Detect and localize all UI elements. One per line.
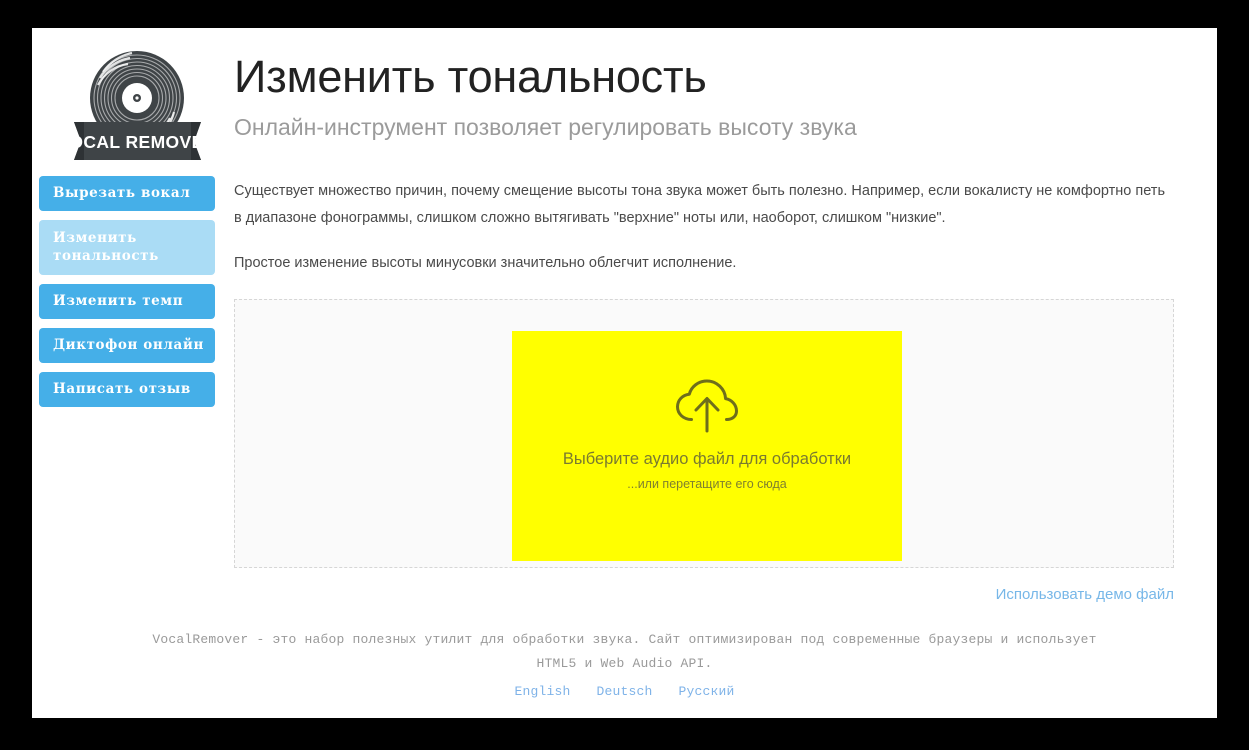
sidebar-nav: Вырезать вокал Изменить тональность Изме… — [39, 176, 219, 416]
sidebar-item-label: Диктофон онлайн — [53, 337, 204, 353]
page-container: VOCAL REMOVER Вырезать вокал Изменить то… — [32, 28, 1217, 718]
language-switcher: English Deutsch Русский — [32, 680, 1217, 704]
vocal-remover-logo: VOCAL REMOVER — [57, 38, 216, 168]
use-demo-file-link[interactable]: Использовать демо файл — [996, 586, 1174, 603]
sidebar-item-label: Изменить тональность — [53, 230, 159, 264]
upload-panel: Выберите аудио файл для обработки ...или… — [234, 299, 1174, 568]
sidebar: VOCAL REMOVER Вырезать вокал Изменить то… — [32, 28, 234, 718]
main-content: Изменить тональность Онлайн-инструмент п… — [234, 28, 1217, 604]
sidebar-item-online-recorder[interactable]: Диктофон онлайн — [39, 328, 215, 363]
intro-paragraph-1: Существует множество причин, почему смещ… — [234, 183, 1166, 226]
svg-text:VOCAL REMOVER: VOCAL REMOVER — [70, 132, 205, 152]
vinyl-record-icon: VOCAL REMOVER — [57, 51, 216, 160]
page-title: Изменить тональность — [234, 51, 707, 102]
lang-link-russian[interactable]: Русский — [679, 684, 735, 699]
dropzone-hint: ...или перетащите его сюда — [627, 477, 787, 491]
lang-link-deutsch[interactable]: Deutsch — [596, 684, 652, 699]
footer-description: VocalRemover - это набор полезных утилит… — [152, 632, 1097, 671]
footer: VocalRemover - это набор полезных утилит… — [32, 628, 1217, 704]
intro-paragraph-2: Простое изменение высоты минусовки значи… — [234, 255, 737, 271]
sidebar-item-remove-vocal[interactable]: Вырезать вокал — [39, 176, 215, 211]
cloud-upload-icon — [676, 379, 738, 433]
sidebar-item-change-tempo[interactable]: Изменить темп — [39, 284, 215, 319]
sidebar-item-label: Изменить темп — [53, 293, 184, 309]
dropzone-title: Выберите аудио файл для обработки — [562, 450, 852, 468]
page-subtitle: Онлайн-инструмент позволяет регулировать… — [234, 114, 857, 140]
sidebar-item-write-feedback[interactable]: Написать отзыв — [39, 372, 215, 407]
sidebar-item-label: Вырезать вокал — [53, 185, 191, 201]
lang-link-english[interactable]: English — [514, 684, 570, 699]
demo-link-row: Использовать демо файл — [234, 568, 1174, 604]
sidebar-item-change-pitch[interactable]: Изменить тональность — [39, 220, 215, 275]
sidebar-item-label: Написать отзыв — [53, 381, 191, 397]
file-dropzone[interactable]: Выберите аудио файл для обработки ...или… — [512, 331, 902, 561]
